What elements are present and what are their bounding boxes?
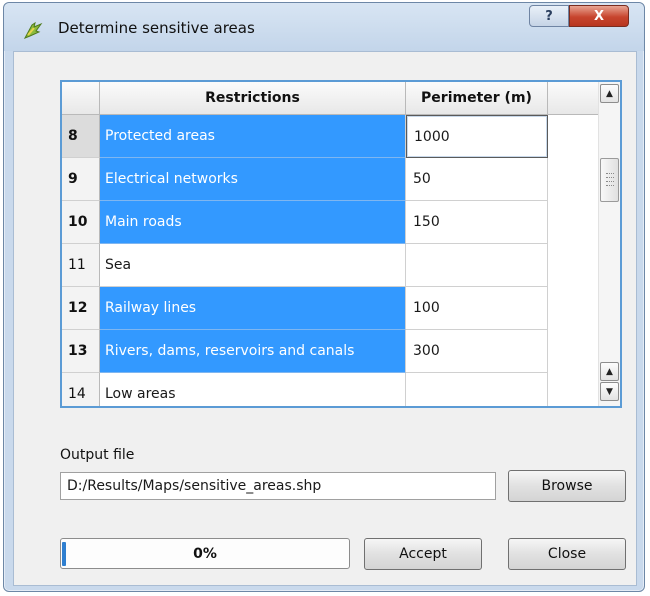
perimeter-cell[interactable]: 300 [406,330,548,373]
window-close-button[interactable]: X [569,5,629,27]
perimeter-cell[interactable]: 1000 [406,115,548,158]
restriction-cell[interactable]: Sea [100,244,406,287]
grip-line [606,185,614,186]
restriction-cell[interactable]: Low areas [100,373,406,406]
arrow-down-icon: ▼ [606,386,613,397]
arrow-up-icon: ▲ [606,88,613,99]
grip-line [606,177,614,178]
progress-text: 0% [193,545,217,562]
vertical-scrollbar[interactable]: ▲ ▲ ▼ [598,82,620,406]
output-file-input[interactable] [60,472,496,500]
title-bar: Determine sensitive areas ? X [4,3,644,51]
perimeter-cell[interactable] [406,244,548,287]
qgis-app-icon [23,21,43,39]
corner-header[interactable] [62,82,100,115]
output-file-label: Output file [60,447,135,463]
close-button[interactable]: Close [508,538,626,570]
arrow-up-icon: ▲ [606,366,613,377]
progress-bar: 0% [60,538,350,569]
column-header-restrictions[interactable]: Restrictions [100,82,406,115]
browse-button[interactable]: Browse [508,470,626,502]
restriction-cell[interactable]: Protected areas [100,115,406,158]
accept-button[interactable]: Accept [364,538,482,570]
row-header[interactable]: 12 [62,287,100,330]
grip-line [606,181,614,182]
grip-line [606,173,614,174]
row-header[interactable]: 14 [62,373,100,406]
row-header[interactable]: 9 [62,158,100,201]
column-header-perimeter[interactable]: Perimeter (m) [406,82,548,115]
row-header[interactable]: 11 [62,244,100,287]
scroll-up-button[interactable]: ▲ [600,84,619,103]
window-title: Determine sensitive areas [58,19,255,37]
help-button[interactable]: ? [529,5,569,27]
row-header[interactable]: 8 [62,115,100,158]
row-header[interactable]: 10 [62,201,100,244]
perimeter-cell[interactable]: 50 [406,158,548,201]
restriction-cell[interactable]: Railway lines [100,287,406,330]
scroll-thumb[interactable] [600,158,619,202]
scroll-down-button[interactable]: ▼ [600,382,619,401]
restriction-cell[interactable]: Electrical networks [100,158,406,201]
scroll-up-button-lower[interactable]: ▲ [600,362,619,381]
dialog-body: Restrictions Perimeter (m) 8 Protected ar… [13,51,637,586]
perimeter-cell[interactable]: 100 [406,287,548,330]
header-filler [548,82,600,115]
restriction-cell[interactable]: Rivers, dams, reservoirs and canals [100,330,406,373]
row-header[interactable]: 13 [62,330,100,373]
restriction-cell[interactable]: Main roads [100,201,406,244]
perimeter-cell[interactable] [406,373,548,406]
dialog-window: Determine sensitive areas ? X Restrictio… [3,2,645,592]
perimeter-cell[interactable]: 150 [406,201,548,244]
restrictions-table[interactable]: Restrictions Perimeter (m) 8 Protected ar… [60,80,622,408]
